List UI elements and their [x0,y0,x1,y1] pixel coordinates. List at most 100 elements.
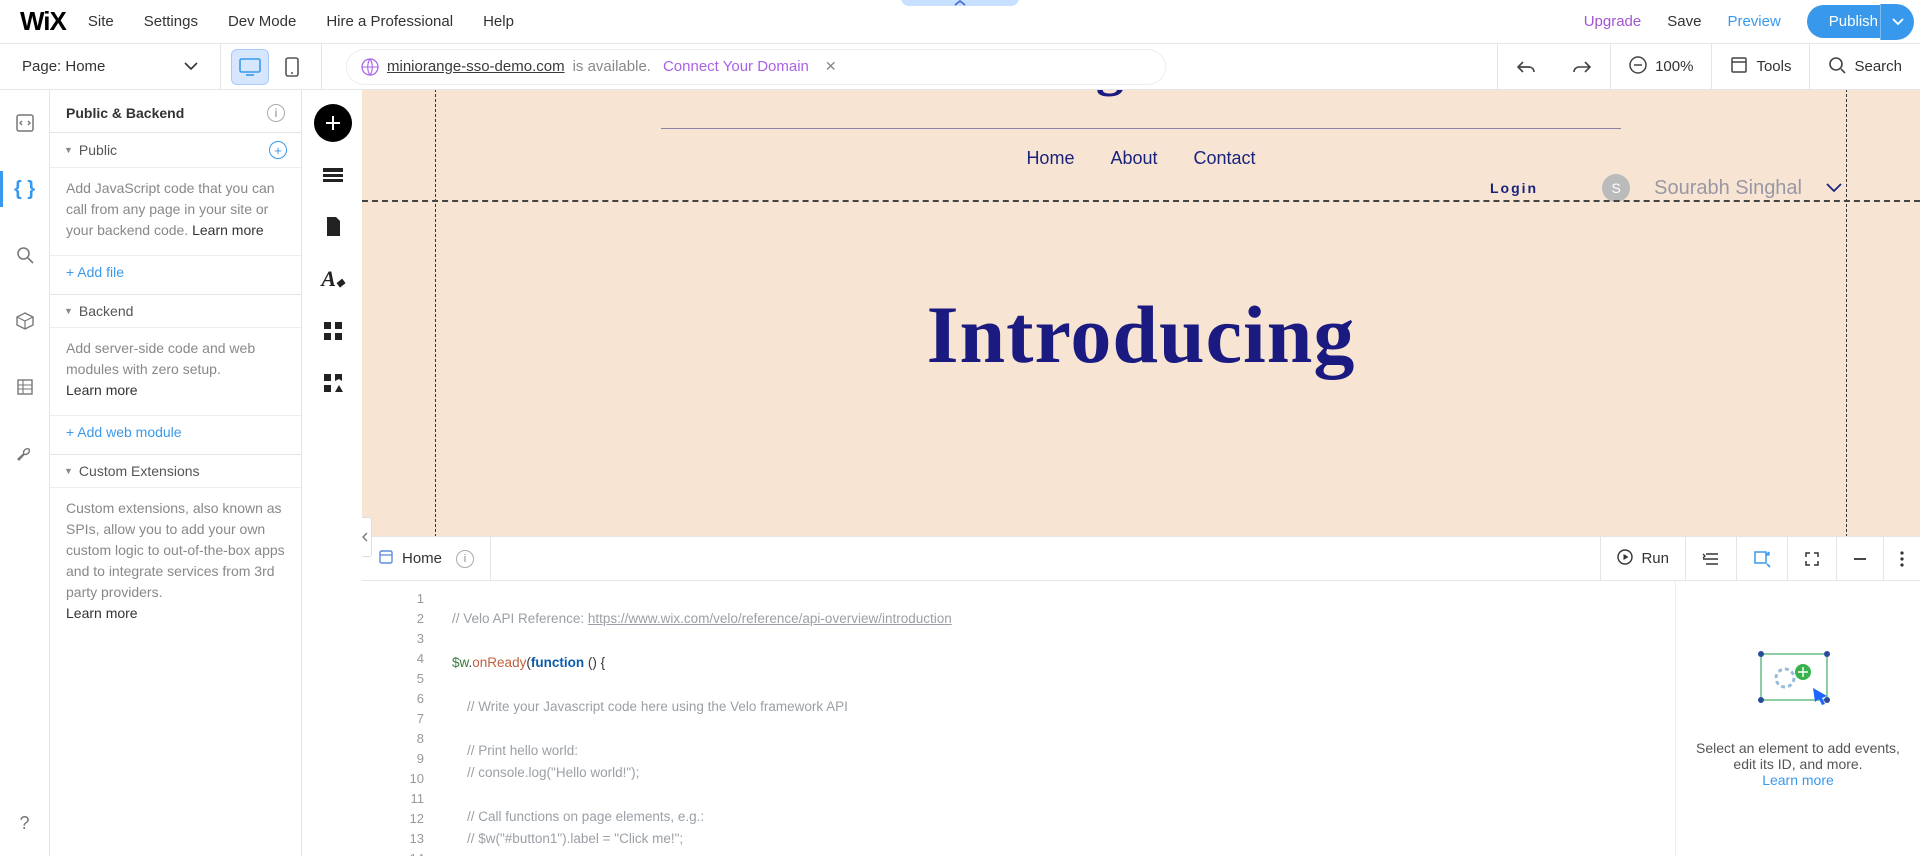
section-custom-label: Custom Extensions [79,463,200,479]
floating-tools: A◆ [302,90,362,856]
nav-home[interactable]: Home [1026,148,1074,169]
upgrade-link[interactable]: Upgrade [1584,13,1642,30]
play-icon [1617,549,1633,569]
apps-button[interactable] [314,312,352,350]
add-file-link[interactable]: + Add file [50,255,301,294]
header-line [661,128,1621,129]
backend-learn-more[interactable]: Learn more [66,382,138,398]
add-public-icon[interactable]: + [269,141,287,159]
username: Sourabh Singhal [1654,177,1802,200]
menu-site[interactable]: Site [88,13,114,30]
more-button[interactable] [1883,537,1920,580]
rail-braces-icon[interactable]: { } [10,174,40,204]
properties-button[interactable] [1736,537,1787,580]
add-element-button[interactable] [314,104,352,142]
properties-panel: Select an element to add events, edit it… [1676,581,1920,856]
rail-tools-icon[interactable] [10,438,40,468]
device-toggle [220,44,322,89]
properties-illustration [1755,650,1841,714]
tools-icon [1730,56,1748,78]
info-icon[interactable]: i [267,104,285,122]
desktop-device-button[interactable] [231,49,269,85]
backend-desc-text: Add server-side code and web modules wit… [66,340,255,377]
info-icon[interactable]: i [456,550,474,568]
section-divider [362,200,1920,202]
code-url[interactable]: https://www.wix.com/velo/reference/api-o… [588,611,952,626]
domain-banner: miniorange-sso-demo.com is available. Co… [346,49,1166,85]
rail-packages-icon[interactable] [10,306,40,336]
page-selector[interactable]: Page: Home [0,58,220,75]
sections-button[interactable] [314,156,352,194]
domain-name[interactable]: miniorange-sso-demo.com [387,58,565,75]
section-public-header[interactable]: ▼ Public + [50,132,301,167]
format-code-button[interactable] [1685,537,1736,580]
close-icon[interactable]: ✕ [825,58,837,75]
pages-button[interactable] [314,208,352,246]
custom-desc-text: Custom extensions, also known as SPIs, a… [66,500,285,600]
preview-link[interactable]: Preview [1727,13,1780,30]
side-panel: Public & Backend i ▼ Public + Add JavaSc… [50,90,302,856]
zoom-icon [1629,56,1647,78]
globe-icon [361,58,379,76]
add-web-module-link[interactable]: + Add web module [50,415,301,454]
redo-button[interactable] [1554,44,1610,89]
tools-label: Tools [1756,58,1791,75]
menu-settings[interactable]: Settings [144,13,198,30]
properties-msg: Select an element to add events, edit it… [1696,740,1900,772]
menu-devmode[interactable]: Dev Mode [228,13,296,30]
expand-button[interactable] [1787,537,1836,580]
save-link[interactable]: Save [1667,13,1701,30]
section-custom-header[interactable]: ▼ Custom Extensions [50,454,301,487]
search-button[interactable]: Search [1809,44,1920,89]
publish-dropdown[interactable] [1880,4,1914,40]
run-button[interactable]: Run [1600,537,1685,580]
second-bar: Page: Home miniorange-sso-demo.com is av… [0,44,1920,90]
section-backend-header[interactable]: ▼ Backend [50,294,301,327]
section-public-label: Public [79,142,117,158]
rail-database-icon[interactable] [10,372,40,402]
rail-help-icon[interactable]: ? [10,808,40,838]
menu-help[interactable]: Help [483,13,514,30]
minimize-button[interactable] [1836,537,1883,580]
nav-contact[interactable]: Contact [1194,148,1256,169]
public-learn-more[interactable]: Learn more [192,222,264,238]
chevron-down-icon[interactable] [1826,180,1842,196]
login-link[interactable]: Login [1490,180,1538,196]
canvas[interactable]: miniOrange SSO Demo Home About Contact L… [362,90,1920,536]
sidepanel-header: Public & Backend i [50,90,301,132]
search-label: Search [1854,58,1902,75]
rail-search-icon[interactable] [10,240,40,270]
preview-nav: Home About Contact [362,148,1920,169]
undo-button[interactable] [1497,44,1554,89]
code-tab-home[interactable]: Home i [362,537,491,580]
sidepanel-title: Public & Backend [66,105,184,121]
menu-hire[interactable]: Hire a Professional [326,13,453,30]
code-panel: Home i Run 12345678910111213 [362,536,1920,856]
connect-domain-link[interactable]: Connect Your Domain [663,58,809,75]
panel-collapse-handle[interactable] [362,517,372,557]
mobile-device-button[interactable] [273,49,311,85]
top-drawer-handle[interactable] [901,0,1019,6]
avatar[interactable]: S [1602,174,1630,202]
tools-button[interactable]: Tools [1711,44,1809,89]
secondbar-right: 100% Tools Search [1497,44,1920,89]
media-button[interactable] [314,364,352,402]
text-style-button[interactable]: A◆ [314,260,352,298]
section-backend-desc: Add server-side code and web modules wit… [50,327,301,415]
run-label: Run [1641,550,1669,567]
section-public-desc: Add JavaScript code that you can call fr… [50,167,301,255]
custom-learn-more[interactable]: Learn more [66,605,138,621]
intro-heading: Introducing [362,288,1920,382]
top-right-cluster: Upgrade Save Preview Publish [1584,4,1914,40]
rail-page-code-icon[interactable] [10,108,40,138]
login-row: Login S Sourabh Singhal [1490,174,1842,202]
zoom-control[interactable]: 100% [1610,44,1711,89]
zoom-value: 100% [1655,58,1693,75]
code-editor[interactable]: // Velo API Reference: https://www.wix.c… [442,581,1676,856]
search-icon [1828,56,1846,78]
nav-about[interactable]: About [1110,148,1157,169]
code-body: 123456789101112131415 // Velo API Refere… [362,581,1920,856]
domain-available-text: is available. [573,58,651,75]
properties-learn-more[interactable]: Learn more [1762,772,1834,788]
code-tabs-bar: Home i Run [362,537,1920,581]
